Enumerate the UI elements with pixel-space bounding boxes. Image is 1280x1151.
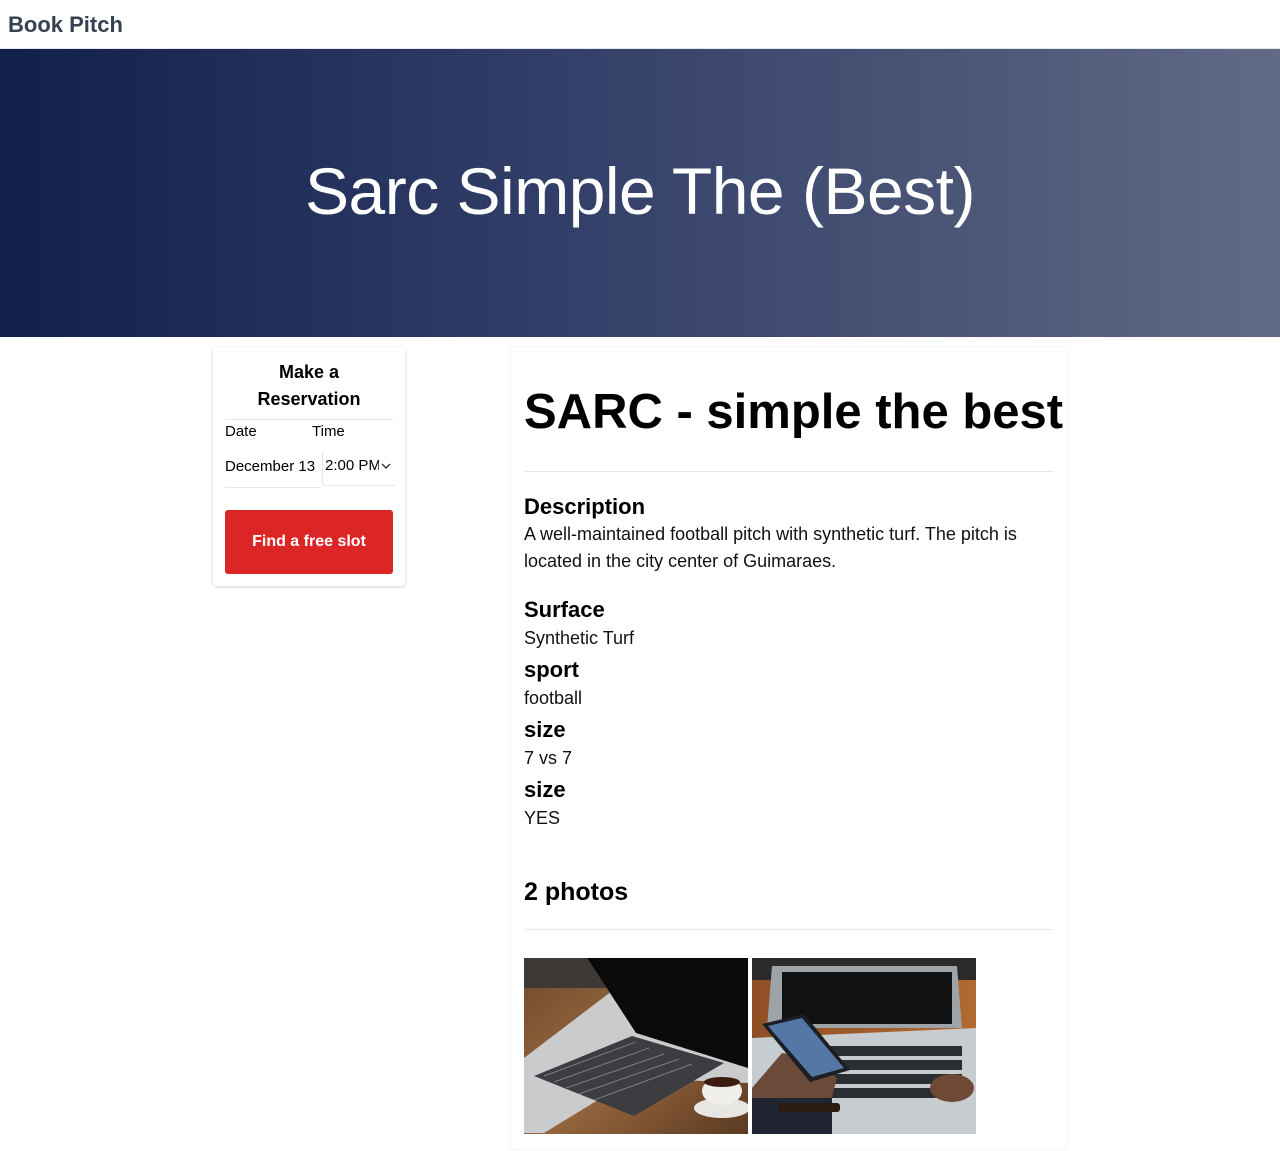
hero-banner: Sarc Simple The (Best): [0, 49, 1280, 337]
time-select-value: 2:00 PM: [325, 457, 381, 474]
date-picker-field[interactable]: December 13: [225, 451, 321, 488]
divider: [524, 471, 1054, 472]
reservation-title: Make a Reservation: [257, 362, 361, 409]
date-label: Date: [225, 423, 257, 440]
hero-title: Sarc Simple The (Best): [304, 154, 976, 228]
sport-heading: sport: [524, 657, 579, 682]
size-value-2: YES: [524, 808, 561, 828]
time-select[interactable]: 2:00 PM: [322, 451, 395, 486]
divider: [225, 419, 393, 420]
size-value: 7 vs 7: [524, 748, 573, 768]
photo-thumbnail-laptop[interactable]: [524, 958, 748, 1134]
divider: [524, 929, 1054, 930]
find-free-slot-button[interactable]: Find a free slot: [225, 510, 393, 574]
description-text: A well-maintained football pitch with sy…: [524, 524, 1017, 571]
sport-value: football: [524, 688, 583, 708]
pitch-details-card: SARC - simple the best Description A wel…: [511, 347, 1067, 1149]
brand-link[interactable]: Book Pitch: [8, 12, 123, 38]
reservation-card: Make a Reservation Date Time December 13…: [213, 347, 405, 586]
photo-thumbnail-phone[interactable]: [752, 958, 976, 1134]
size-heading-2: size: [524, 777, 566, 802]
chevron-down-icon: [379, 451, 393, 481]
surface-heading: Surface: [524, 597, 605, 622]
pitch-name: SARC - simple the best: [524, 385, 1064, 439]
surface-value: Synthetic Turf: [524, 628, 635, 648]
photos-count-heading: 2 photos: [524, 878, 629, 906]
time-label: Time: [312, 423, 345, 440]
description-heading: Description: [524, 494, 646, 519]
size-heading: size: [524, 717, 566, 742]
top-navbar: Book Pitch: [0, 0, 1280, 49]
